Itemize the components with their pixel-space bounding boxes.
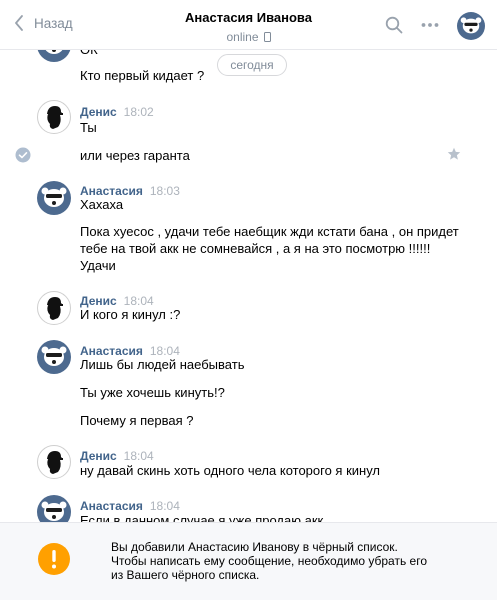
author-name[interactable]: Денис: [80, 449, 117, 463]
notice-text: Вы добавили Анастасию Иванову в чёрный с…: [111, 540, 428, 582]
message-text: И кого я кинул :?: [80, 307, 181, 322]
message-header: Анастасия 18:04: [80, 498, 180, 513]
more-dots-icon[interactable]: [421, 16, 439, 34]
message-text: Пока хуесос , удачи тебе наебщик жди кст…: [80, 224, 459, 239]
message-text: Лишь бы людей наебывать: [80, 357, 245, 372]
message-time: 18:04: [149, 499, 180, 513]
message-header: Денис 18:04: [80, 448, 154, 463]
author-name[interactable]: Анастасия: [80, 344, 143, 358]
author-name[interactable]: Денис: [80, 105, 117, 119]
online-status: online: [226, 30, 271, 44]
avatar[interactable]: [457, 12, 485, 40]
avatar[interactable]: [37, 181, 71, 215]
message-text: Если в данном случае я уже продаю акк: [80, 513, 324, 522]
message-header: Анастасия 18:03: [80, 183, 180, 198]
star-icon[interactable]: [447, 147, 461, 161]
message-text: или через гаранта: [80, 148, 190, 163]
message-text: Удачи: [80, 258, 116, 273]
author-name[interactable]: Анастасия: [80, 184, 143, 198]
phone-icon: [263, 32, 271, 42]
message-history[interactable]: ОК сегодня Кто первый кидает ? Денис 18:0…: [0, 50, 497, 522]
avatar[interactable]: [37, 340, 71, 374]
avatar[interactable]: [37, 495, 71, 522]
warning-icon: [38, 543, 70, 575]
message-text: Ты: [80, 120, 97, 135]
message-header: Денис 18:04: [80, 293, 154, 308]
message-text: Хахаха: [80, 197, 124, 212]
check-circle-icon[interactable]: [15, 147, 31, 163]
message-text: Кто первый кидает ?: [80, 68, 205, 83]
status-label: online: [226, 30, 259, 44]
message-text: Почему я первая ?: [80, 413, 194, 428]
chat-header: Назад Анастасия Иванова online: [0, 0, 497, 50]
author-name[interactable]: Денис: [80, 294, 117, 308]
message-time: 18:04: [149, 344, 180, 358]
author-name[interactable]: Анастасия: [80, 499, 143, 513]
message-time: 18:03: [149, 184, 180, 198]
avatar[interactable]: [37, 50, 71, 62]
avatar[interactable]: [37, 445, 71, 479]
search-icon[interactable]: [385, 16, 403, 34]
avatar[interactable]: [37, 291, 71, 325]
message-time: 18:04: [123, 294, 154, 308]
message-time: 18:02: [123, 105, 154, 119]
date-divider: сегодня: [217, 54, 287, 76]
message-time: 18:04: [123, 449, 154, 463]
avatar[interactable]: [37, 100, 71, 134]
message-header: Денис 18:02: [80, 104, 154, 119]
message-text: тебе на твой акк не сомневайся , а я на …: [80, 241, 431, 256]
message-text: ОК: [80, 50, 98, 57]
message-header: Анастасия 18:04: [80, 343, 180, 358]
blacklist-notice: Вы добавили Анастасию Иванову в чёрный с…: [0, 522, 497, 600]
message-text: Ты уже хочешь кинуть!?: [80, 385, 225, 400]
message-text: ну давай скинь хоть одного чела которого…: [80, 463, 381, 478]
